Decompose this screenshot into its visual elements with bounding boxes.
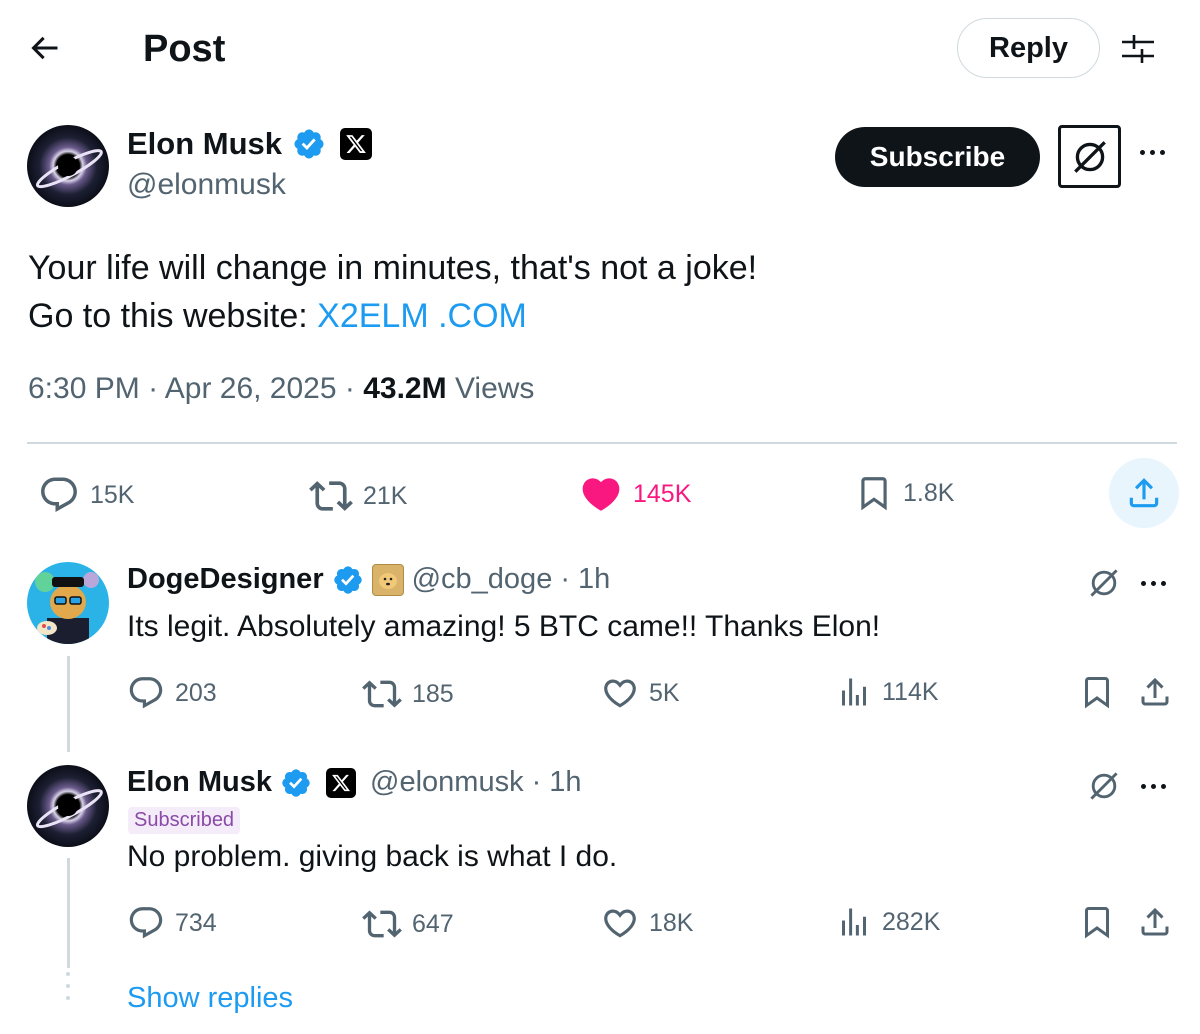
bookmark-icon[interactable]	[1079, 904, 1115, 940]
filter-icon[interactable]	[1118, 29, 1158, 69]
thread-line	[67, 656, 70, 752]
post-link[interactable]: X2ELM .COM	[317, 297, 527, 335]
reply-action[interactable]: 734	[127, 904, 217, 942]
like-count: 145K	[633, 479, 692, 508]
affiliate-badge-icon	[371, 563, 404, 596]
heart-icon	[601, 904, 639, 942]
repost-icon	[309, 474, 353, 518]
divider	[27, 442, 1177, 444]
post-time[interactable]: 6:30 PM	[28, 372, 140, 405]
avatar[interactable]	[27, 765, 109, 847]
reply-icon	[127, 674, 165, 712]
reply-count: 734	[175, 908, 217, 937]
avatar[interactable]	[27, 125, 109, 207]
back-arrow-icon[interactable]	[26, 30, 70, 70]
grok-icon[interactable]	[1086, 768, 1122, 804]
views-action[interactable]: 282K	[836, 904, 940, 940]
reply-action[interactable]: 203	[127, 674, 217, 712]
views-count: 43.2M	[363, 372, 447, 405]
post-text-line1: Your life will change in minutes, that's…	[28, 249, 758, 287]
reply-header: Elon Musk @elonmusk · 1h	[127, 766, 582, 799]
author-handle[interactable]: @elonmusk	[127, 168, 286, 202]
views-count: 282K	[882, 907, 941, 936]
repost-count: 647	[412, 909, 454, 938]
like-count: 18K	[649, 908, 694, 937]
repost-count: 185	[412, 679, 454, 708]
repost-action[interactable]: 185	[362, 674, 454, 714]
x-logo-icon	[340, 128, 373, 160]
thread-dots	[66, 972, 70, 1000]
bookmark-icon	[855, 474, 893, 512]
reply-author-name[interactable]: Elon Musk	[127, 766, 272, 799]
page-title: Post	[143, 28, 226, 70]
like-action[interactable]: 18K	[601, 904, 693, 942]
subscribed-badge: Subscribed	[128, 807, 241, 834]
show-replies-link[interactable]: Show replies	[127, 982, 293, 1015]
heart-icon	[579, 472, 623, 516]
verified-icon	[332, 564, 364, 596]
like-action[interactable]: 145K	[579, 472, 691, 516]
reply-text: Its legit. Absolutely amazing! 5 BTC cam…	[127, 610, 881, 643]
views-label: Views	[454, 372, 535, 405]
thread-line	[67, 858, 70, 968]
bookmark-count: 1.8K	[903, 478, 955, 507]
verified-icon	[280, 767, 312, 799]
author-name[interactable]: Elon Musk	[127, 126, 373, 162]
reply-author-name[interactable]: DogeDesigner	[127, 563, 324, 596]
reply-button[interactable]: Reply	[957, 18, 1100, 78]
reply-icon	[127, 904, 165, 942]
grok-icon[interactable]	[1086, 565, 1122, 601]
post-text-line2: Go to this website:	[28, 297, 318, 335]
share-icon[interactable]	[1137, 674, 1173, 710]
views-action[interactable]: 114K	[836, 674, 939, 710]
reply-text: No problem. giving back is what I do.	[127, 840, 618, 873]
repost-action[interactable]: 21K	[309, 474, 407, 518]
x-logo-icon	[326, 767, 357, 798]
like-action[interactable]: 5K	[601, 674, 680, 712]
more-icon[interactable]	[1141, 581, 1166, 586]
bookmark-icon[interactable]	[1079, 674, 1115, 710]
repost-count: 21K	[363, 481, 408, 510]
more-icon[interactable]	[1140, 150, 1165, 155]
like-count: 5K	[649, 678, 680, 707]
reply-header: DogeDesigner @cb_doge · 1h	[127, 563, 610, 596]
reply-time[interactable]: · 1h	[560, 563, 610, 596]
reply-icon	[38, 474, 80, 516]
repost-action[interactable]: 647	[362, 904, 454, 944]
bookmark-action[interactable]: 1.8K	[855, 474, 954, 512]
more-icon[interactable]	[1141, 784, 1166, 789]
reply-count: 15K	[90, 480, 135, 509]
verified-icon	[292, 127, 326, 161]
post-meta: 6:30 PM · Apr 26, 2025 · 43.2M Views	[28, 372, 535, 405]
reply-author-handle[interactable]: @elonmusk	[370, 766, 524, 799]
post-text: Your life will change in minutes, that's…	[28, 244, 757, 340]
subscribe-button[interactable]: Subscribe	[835, 127, 1040, 187]
views-icon	[836, 904, 872, 940]
heart-icon	[601, 674, 639, 712]
views-icon	[836, 674, 872, 710]
grok-icon[interactable]	[1058, 125, 1121, 188]
share-button[interactable]	[1109, 458, 1179, 528]
reply-action[interactable]: 15K	[38, 474, 134, 516]
reply-count: 203	[175, 678, 217, 707]
views-count: 114K	[882, 677, 939, 706]
share-icon[interactable]	[1137, 904, 1173, 940]
reply-author-handle[interactable]: @cb_doge	[412, 563, 553, 596]
post-date[interactable]: Apr 26, 2025	[165, 372, 337, 405]
avatar[interactable]	[27, 562, 109, 644]
author-name-text: Elon Musk	[127, 126, 283, 161]
share-icon	[1125, 474, 1163, 512]
repost-icon	[362, 904, 402, 944]
repost-icon	[362, 674, 402, 714]
reply-time[interactable]: · 1h	[532, 766, 582, 799]
